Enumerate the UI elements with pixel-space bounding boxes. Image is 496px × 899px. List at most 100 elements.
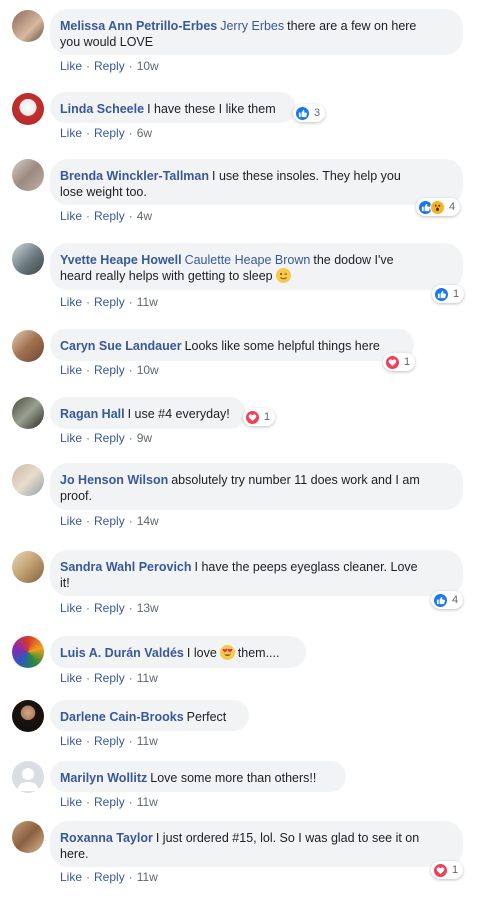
comment-time[interactable]: 10w <box>137 363 159 377</box>
avatar[interactable] <box>12 10 44 42</box>
separator: · <box>86 514 91 528</box>
comment-author[interactable]: Caryn Sue Landauer <box>60 339 182 353</box>
comment-author[interactable]: Darlene Cain-Brooks <box>60 710 184 724</box>
like-link[interactable]: Like <box>60 209 82 223</box>
reply-link[interactable]: Reply <box>94 870 125 884</box>
like-link[interactable]: Like <box>60 795 82 809</box>
reaction-summary[interactable]: 3 <box>293 104 326 122</box>
comment-actions: Like · Reply · 11w <box>60 795 158 809</box>
reply-link[interactable]: Reply <box>94 795 125 809</box>
like-link[interactable]: Like <box>60 671 82 685</box>
avatar[interactable] <box>12 551 44 583</box>
comment-author[interactable]: Linda Scheele <box>60 102 144 116</box>
avatar[interactable] <box>12 821 44 853</box>
comment-text: I love <box>186 646 217 660</box>
reaction-summary[interactable]: 1 <box>431 861 464 879</box>
separator: · <box>128 431 133 445</box>
comment-mention[interactable]: Jerry Erbes <box>220 19 284 33</box>
reaction-summary[interactable]: 1 <box>243 408 276 426</box>
avatar[interactable] <box>12 636 44 668</box>
comment-text-line2: it! <box>60 576 70 590</box>
comment-author[interactable]: Brenda Winckler-Tallman <box>60 169 209 183</box>
reply-link[interactable]: Reply <box>94 209 125 223</box>
comment-author[interactable]: Roxanna Taylor <box>60 831 153 845</box>
like-link[interactable]: Like <box>60 601 82 615</box>
avatar[interactable] <box>12 93 44 125</box>
separator: · <box>128 734 133 748</box>
comment-bubble: Ragan Hall I use #4 everyday! <box>50 397 246 429</box>
avatar[interactable] <box>12 159 44 191</box>
separator: · <box>128 363 133 377</box>
reaction-count: 3 <box>314 107 321 119</box>
comment-mention[interactable]: Caulette Heape Brown <box>185 253 311 267</box>
comment-author[interactable]: Luis A. Durán Valdés <box>60 646 184 660</box>
heart-reaction-icon <box>433 862 448 878</box>
reaction-summary[interactable]: 4 <box>431 591 464 609</box>
reply-link[interactable]: Reply <box>94 431 125 445</box>
wow-reaction-icon <box>430 199 445 215</box>
comment-actions: Like · Reply · 4w <box>60 209 152 223</box>
comment-text-after: them.... <box>237 646 280 660</box>
comment-bubble: Linda Scheele I have these I like them <box>50 92 296 123</box>
comment-text: I use these insoles. They help you <box>212 169 401 183</box>
heart-eyes-emoji-icon <box>219 645 235 660</box>
comment-time[interactable]: 11w <box>137 870 158 884</box>
comment-time[interactable]: 11w <box>137 734 158 748</box>
like-reaction-icon <box>433 592 448 608</box>
comment-author[interactable]: Melissa Ann Petrillo-Erbes <box>60 19 217 33</box>
comment-time[interactable]: 11w <box>137 671 158 685</box>
separator: · <box>86 431 91 445</box>
separator: · <box>86 795 91 809</box>
like-link[interactable]: Like <box>60 295 82 309</box>
comment-bubble: Sandra Wahl Perovich I have the peeps eye… <box>50 550 463 596</box>
comment-time[interactable]: 4w <box>137 209 152 223</box>
comment-time[interactable]: 10w <box>137 59 159 73</box>
comment-text: the dodow I've <box>313 253 394 267</box>
avatar[interactable] <box>12 464 44 496</box>
reaction-summary[interactable]: 1 <box>432 285 465 303</box>
comment-actions: Like · Reply · 14w <box>60 514 159 528</box>
comment-author[interactable]: Sandra Wahl Perovich <box>60 560 192 574</box>
comment-author[interactable]: Marilyn Wollitz <box>60 771 147 785</box>
comment-author[interactable]: Yvette Heape Howell <box>60 253 182 267</box>
comment-time[interactable]: 11w <box>137 795 158 809</box>
like-link[interactable]: Like <box>60 870 82 884</box>
comment-time[interactable]: 13w <box>137 601 159 615</box>
comment-time[interactable]: 6w <box>137 126 152 140</box>
like-link[interactable]: Like <box>60 734 82 748</box>
comment-author[interactable]: Jo Henson Wilson <box>60 473 168 487</box>
reply-link[interactable]: Reply <box>94 363 125 377</box>
separator: · <box>86 363 91 377</box>
reply-link[interactable]: Reply <box>94 59 125 73</box>
heart-reaction-icon <box>385 354 400 370</box>
comment-bubble: Roxanna Taylor I just ordered #15, lol. S… <box>50 821 463 867</box>
reply-link[interactable]: Reply <box>94 734 125 748</box>
avatar[interactable] <box>12 330 44 362</box>
avatar[interactable] <box>12 761 44 793</box>
separator: · <box>86 601 91 615</box>
comment-bubble: Marilyn Wollitz Love some more than other… <box>50 761 346 792</box>
reply-link[interactable]: Reply <box>94 671 125 685</box>
reply-link[interactable]: Reply <box>94 295 125 309</box>
reply-link[interactable]: Reply <box>94 126 125 140</box>
like-link[interactable]: Like <box>60 126 82 140</box>
reaction-summary[interactable]: 4 <box>416 198 461 216</box>
comment-time[interactable]: 14w <box>137 514 159 528</box>
like-link[interactable]: Like <box>60 363 82 377</box>
comment-bubble: Darlene Cain-Brooks Perfect <box>50 700 249 731</box>
reaction-count: 1 <box>452 864 459 876</box>
avatar[interactable] <box>12 243 44 275</box>
avatar[interactable] <box>12 700 44 732</box>
comment-bubble: Yvette Heape Howell Caulette Heape Brown t… <box>50 243 463 290</box>
like-link[interactable]: Like <box>60 59 82 73</box>
avatar[interactable] <box>12 397 44 429</box>
reply-link[interactable]: Reply <box>94 601 125 615</box>
like-link[interactable]: Like <box>60 431 82 445</box>
separator: · <box>86 59 91 73</box>
comment-time[interactable]: 9w <box>137 431 152 445</box>
comment-time[interactable]: 11w <box>137 295 158 309</box>
like-link[interactable]: Like <box>60 514 82 528</box>
reaction-summary[interactable]: 1 <box>383 353 416 371</box>
reply-link[interactable]: Reply <box>94 514 125 528</box>
comment-author[interactable]: Ragan Hall <box>60 407 125 421</box>
